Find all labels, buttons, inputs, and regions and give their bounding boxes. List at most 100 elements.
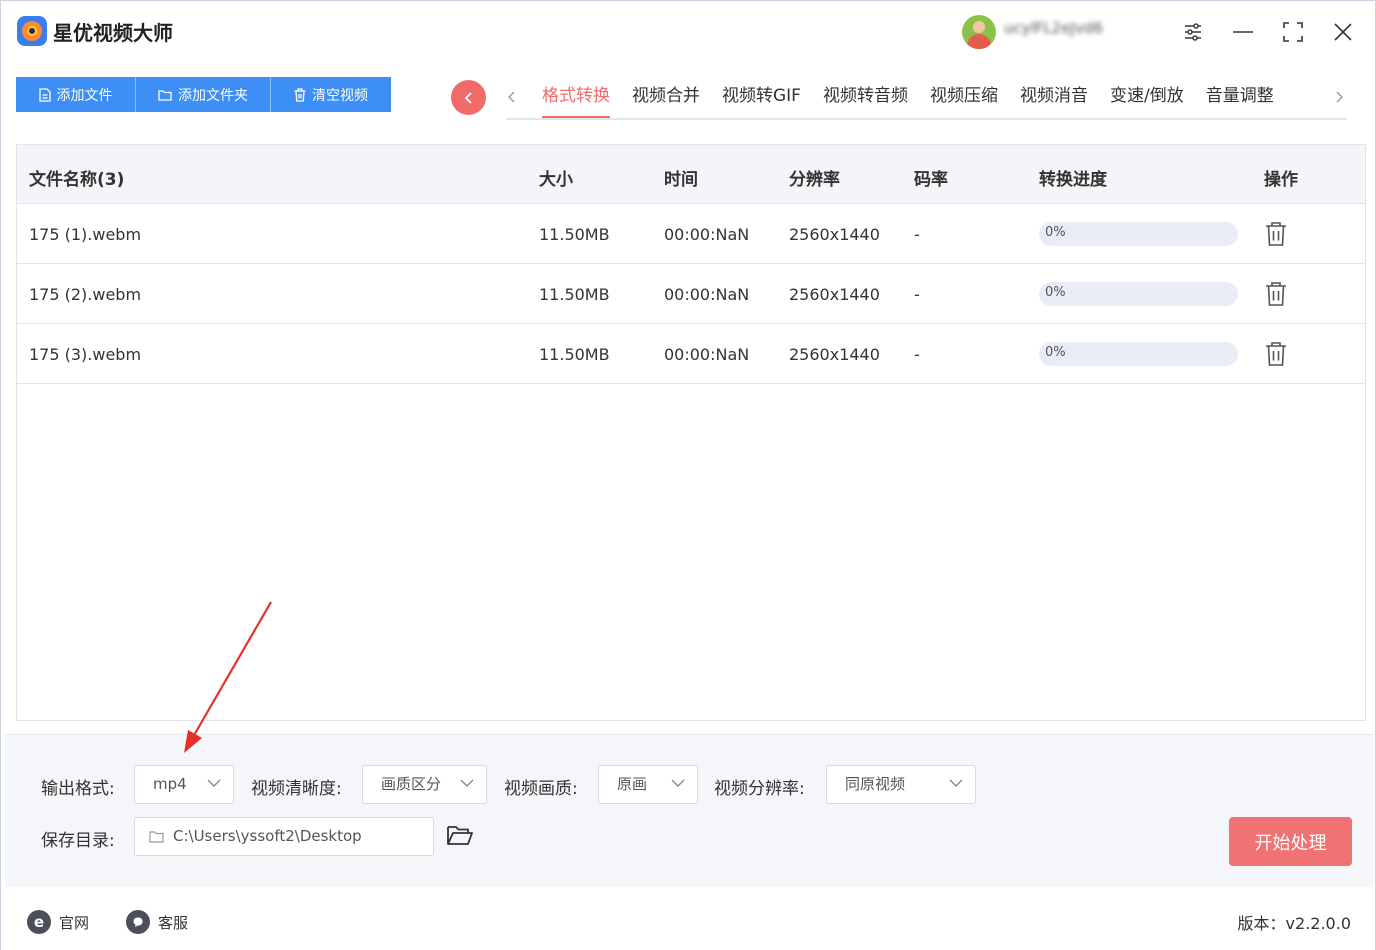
header-progress: 转换进度 bbox=[1039, 170, 1107, 190]
clear-video-label: 清空视频 bbox=[312, 87, 368, 104]
table-row[interactable]: 175 (2).webm 11.50MB 00:00:NaN 2560x1440… bbox=[17, 264, 1365, 324]
tab-video-to-audio[interactable]: 视频转音频 bbox=[812, 79, 919, 119]
chevron-down-icon bbox=[460, 779, 474, 787]
file-time: 00:00:NaN bbox=[664, 285, 750, 304]
chat-bubble-icon bbox=[126, 910, 150, 934]
website-link[interactable]: e 官网 bbox=[27, 910, 89, 934]
file-bitrate: - bbox=[914, 225, 920, 244]
output-settings-panel: 输出格式: mp4 视频清晰度: 画质区分 视频画质: 原画 视频分辨率: 同原… bbox=[5, 734, 1373, 887]
progress-text: 0% bbox=[1045, 225, 1066, 240]
chevron-down-icon bbox=[207, 779, 221, 787]
save-dir-value: C:\Users\yssoft2\Desktop bbox=[173, 827, 362, 845]
website-label: 官网 bbox=[59, 913, 90, 932]
quality-value: 原画 bbox=[617, 775, 648, 793]
clarity-value: 画质区分 bbox=[381, 775, 442, 793]
progress-bar: 0% bbox=[1039, 282, 1238, 306]
version-text: 版本：v2.2.0.0 bbox=[1237, 914, 1351, 933]
file-icon bbox=[38, 87, 51, 102]
tab-video-compress[interactable]: 视频压缩 bbox=[919, 79, 1009, 119]
folder-icon bbox=[158, 89, 172, 101]
tab-video-mute[interactable]: 视频消音 bbox=[1009, 79, 1099, 119]
close-icon[interactable] bbox=[1326, 15, 1360, 49]
file-toolbar: 添加文件 添加文件夹 清空视频 bbox=[16, 77, 391, 112]
add-file-label: 添加文件 bbox=[56, 87, 113, 104]
minimize-icon[interactable] bbox=[1226, 15, 1260, 49]
header-size: 大小 bbox=[539, 170, 573, 190]
delete-row-icon[interactable] bbox=[1265, 221, 1287, 247]
clarity-select[interactable]: 画质区分 bbox=[362, 765, 487, 804]
progress-text: 0% bbox=[1045, 345, 1066, 360]
tabs-divider bbox=[506, 118, 1347, 120]
quality-label: 视频画质: bbox=[504, 779, 578, 799]
header-action: 操作 bbox=[1264, 170, 1298, 190]
quality-select[interactable]: 原画 bbox=[598, 765, 698, 804]
username[interactable]: ucylFL2eJvd6 bbox=[1004, 19, 1154, 41]
start-processing-button[interactable]: 开始处理 bbox=[1229, 817, 1352, 866]
app-window: 星优视频大师 ucylFL2eJvd6 添加文件 添加文件夹 清空视频 格式转换… bbox=[0, 0, 1376, 950]
file-resolution: 2560x1440 bbox=[789, 225, 880, 244]
progress-bar: 0% bbox=[1039, 222, 1238, 246]
tabs-scroll-left-icon[interactable] bbox=[502, 85, 522, 109]
browse-folder-icon[interactable] bbox=[446, 823, 474, 849]
file-size: 11.50MB bbox=[539, 345, 610, 364]
file-time: 00:00:NaN bbox=[664, 225, 750, 244]
clarity-label: 视频清晰度: bbox=[251, 779, 342, 799]
clear-video-button[interactable]: 清空视频 bbox=[271, 77, 391, 112]
file-size: 11.50MB bbox=[539, 225, 610, 244]
resolution-label: 视频分辨率: bbox=[714, 779, 805, 799]
trash-icon bbox=[294, 87, 306, 102]
support-label: 客服 bbox=[158, 913, 189, 932]
header-file-name: 文件名称(3) bbox=[29, 170, 125, 190]
resolution-value: 同原视频 bbox=[845, 775, 906, 793]
tabs-scroll-right-icon[interactable] bbox=[1329, 85, 1349, 109]
file-table: 文件名称(3) 大小 时间 分辨率 码率 转换进度 操作 175 (1).web… bbox=[16, 144, 1366, 721]
add-folder-label: 添加文件夹 bbox=[178, 87, 248, 104]
app-title: 星优视频大师 bbox=[53, 21, 173, 45]
settings-sliders-icon[interactable] bbox=[1176, 15, 1210, 49]
user-avatar[interactable] bbox=[962, 15, 996, 49]
save-dir-input[interactable]: C:\Users\yssoft2\Desktop bbox=[134, 817, 434, 856]
resolution-select[interactable]: 同原视频 bbox=[826, 765, 976, 804]
progress-bar: 0% bbox=[1039, 342, 1238, 366]
delete-row-icon[interactable] bbox=[1265, 341, 1287, 367]
file-bitrate: - bbox=[914, 345, 920, 364]
file-time: 00:00:NaN bbox=[664, 345, 750, 364]
header-bitrate: 码率 bbox=[914, 170, 948, 190]
tab-video-to-gif[interactable]: 视频转GIF bbox=[711, 79, 812, 119]
maximize-icon[interactable] bbox=[1276, 15, 1310, 49]
file-name: 175 (1).webm bbox=[29, 225, 142, 244]
tab-format-convert[interactable]: 格式转换 bbox=[531, 79, 621, 119]
file-bitrate: - bbox=[914, 285, 920, 304]
file-list-empty-area[interactable] bbox=[17, 384, 1365, 720]
table-header: 文件名称(3) 大小 时间 分辨率 码率 转换进度 操作 bbox=[17, 145, 1365, 204]
app-logo-icon bbox=[17, 16, 47, 46]
save-dir-label: 保存目录: bbox=[41, 831, 115, 851]
tab-video-merge[interactable]: 视频合并 bbox=[621, 79, 711, 119]
file-resolution: 2560x1440 bbox=[789, 285, 880, 304]
file-resolution: 2560x1440 bbox=[789, 345, 880, 364]
progress-text: 0% bbox=[1045, 285, 1066, 300]
support-link[interactable]: 客服 bbox=[126, 910, 188, 934]
chevron-down-icon bbox=[949, 779, 963, 787]
function-tabs: 格式转换 视频合并 视频转GIF 视频转音频 视频压缩 视频消音 变速/倒放 音… bbox=[531, 79, 1285, 119]
file-size: 11.50MB bbox=[539, 285, 610, 304]
add-file-button[interactable]: 添加文件 bbox=[16, 77, 136, 112]
table-row[interactable]: 175 (3).webm 11.50MB 00:00:NaN 2560x1440… bbox=[17, 324, 1365, 384]
title-bar: 星优视频大师 ucylFL2eJvd6 bbox=[1, 1, 1375, 63]
table-row[interactable]: 175 (1).webm 11.50MB 00:00:NaN 2560x1440… bbox=[17, 204, 1365, 264]
folder-icon bbox=[149, 831, 164, 843]
file-name: 175 (2).webm bbox=[29, 285, 142, 304]
chevron-down-icon bbox=[671, 779, 685, 787]
collapse-panel-button[interactable] bbox=[451, 80, 486, 115]
add-folder-button[interactable]: 添加文件夹 bbox=[136, 77, 271, 112]
header-resolution: 分辨率 bbox=[789, 170, 840, 190]
tab-speed-reverse[interactable]: 变速/倒放 bbox=[1099, 79, 1195, 119]
delete-row-icon[interactable] bbox=[1265, 281, 1287, 307]
header-time: 时间 bbox=[664, 170, 698, 190]
output-format-select[interactable]: mp4 bbox=[134, 765, 234, 804]
browser-e-icon: e bbox=[27, 910, 51, 934]
chevron-left-icon bbox=[464, 91, 472, 104]
footer: e 官网 客服 版本：v2.2.0.0 bbox=[1, 890, 1375, 950]
tab-volume-adjust[interactable]: 音量调整 bbox=[1195, 79, 1285, 119]
output-format-label: 输出格式: bbox=[41, 779, 115, 799]
